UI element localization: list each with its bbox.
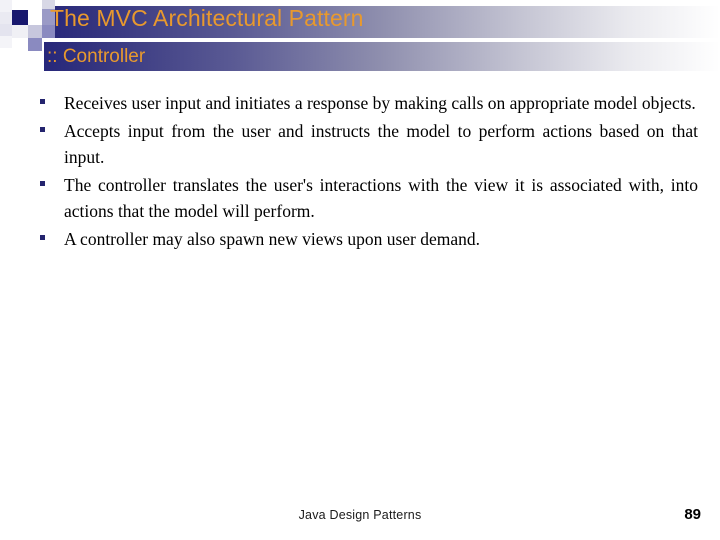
deco-square-mid-1 — [28, 25, 42, 38]
page-subtitle: :: Controller — [47, 46, 146, 67]
footer-label: Java Design Patterns — [298, 508, 422, 522]
bullet-marker-icon — [40, 90, 64, 104]
bullet-list: Receives user input and initiates a resp… — [40, 90, 698, 253]
list-item-text: Receives user input and initiates a resp… — [64, 93, 696, 113]
list-item-text: The controller translates the user's int… — [64, 174, 698, 222]
deco-square-light-2 — [28, 11, 42, 25]
bullet-marker-icon — [40, 226, 64, 240]
deco-square-pale-2 — [0, 12, 12, 24]
slide-header: The MVC Architectural Pattern :: Control… — [0, 0, 720, 78]
subtitle-gradient-band — [44, 42, 720, 71]
deco-square-pale-5 — [12, 25, 28, 38]
list-item: Receives user input and initiates a resp… — [40, 90, 698, 117]
deco-square-navy-1 — [12, 10, 28, 25]
list-item-text: A controller may also spawn new views up… — [64, 228, 481, 249]
list-item-text: Accepts input from the user and instruct… — [64, 120, 698, 168]
list-item: Accepts input from the user and instruct… — [40, 118, 698, 171]
bullet-marker-icon — [40, 172, 64, 186]
deco-square-mid-2 — [28, 38, 42, 51]
list-item: The controller translates the user's int… — [40, 172, 698, 225]
bullet-marker-icon — [40, 118, 64, 132]
list-item: A controller may also spawn new views up… — [40, 226, 698, 253]
deco-square-pale-4 — [0, 36, 12, 48]
deco-square-pale-1 — [0, 0, 12, 12]
deco-square-light-1 — [28, 0, 42, 11]
page-title: The MVC Architectural Pattern — [50, 5, 364, 31]
slide-footer: Java Design Patterns 89 — [0, 506, 720, 532]
page-number: 89 — [684, 506, 701, 523]
deco-square-pale-3 — [0, 24, 12, 36]
